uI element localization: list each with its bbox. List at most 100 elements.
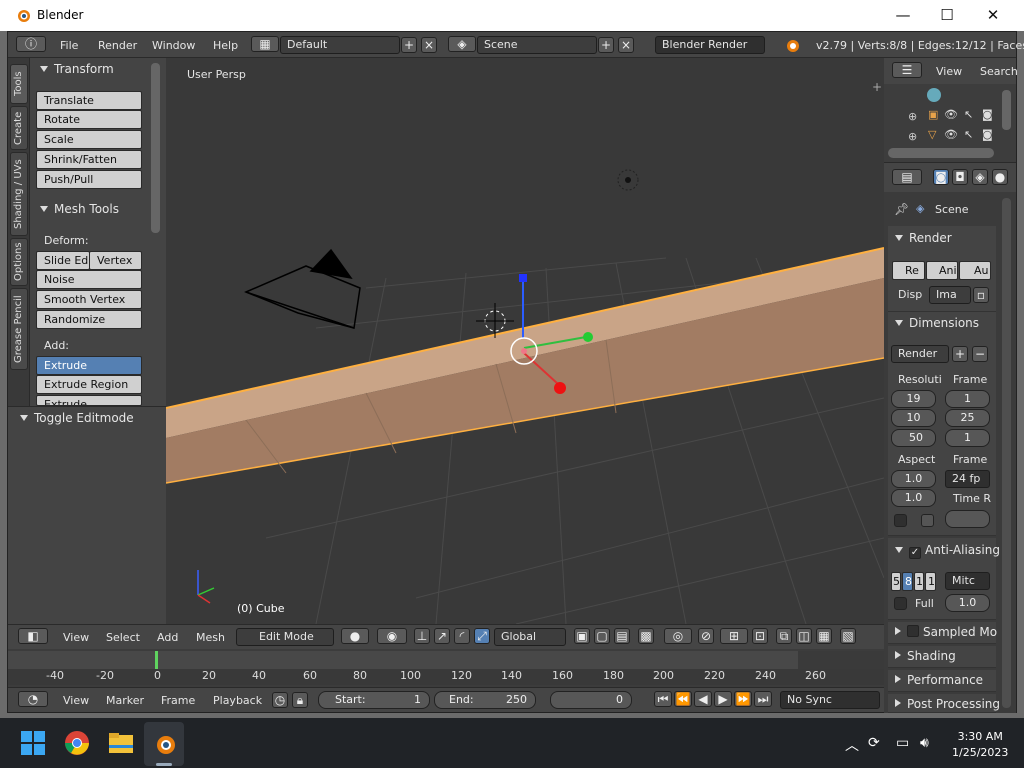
timeline-menu-playback[interactable]: Playback (213, 694, 262, 707)
select-arrow-icon[interactable]: ↖ (964, 128, 973, 141)
camera-outliner-icon[interactable]: ▣ (928, 108, 938, 121)
menu-window[interactable]: Window (152, 39, 195, 52)
current-frame-marker[interactable] (155, 651, 158, 669)
transform-panel-header[interactable]: Transform (40, 62, 114, 76)
layout-icon[interactable]: ▦ (251, 36, 279, 52)
properties-editor-type-icon[interactable]: ▤ (892, 169, 922, 185)
timeline-track[interactable] (8, 651, 884, 669)
scene-tab-icon[interactable]: ◈ (972, 169, 988, 185)
frame-start-field[interactable]: 1 (945, 390, 990, 408)
extrude-region-button[interactable]: Extrude Region (36, 375, 142, 394)
render-engine-selector[interactable]: Blender Render (655, 36, 765, 54)
full-sample-checkbox[interactable] (894, 597, 907, 610)
timeline-menu-frame[interactable]: Frame (161, 694, 195, 707)
tab-shading-uvs[interactable]: Shading / UVs (10, 152, 28, 236)
translate-manipulator-icon[interactable]: ↗ (434, 628, 450, 644)
frame-step-field[interactable]: 1 (945, 429, 990, 447)
end-frame-field[interactable]: End: 250 (434, 691, 536, 709)
play-icon[interactable]: ▶ (714, 691, 732, 707)
aspect-x-field[interactable]: 1.0 (891, 470, 936, 488)
aspect-y-field[interactable]: 1.0 (891, 489, 936, 507)
menu-help[interactable]: Help (213, 39, 238, 52)
add-scene-icon[interactable]: + (598, 37, 614, 53)
snap-icon[interactable]: ⊘ (698, 628, 714, 644)
aa-samples-5[interactable]: 5 (891, 572, 901, 591)
tool-shelf-scrollbar[interactable] (151, 63, 160, 233)
volume-icon[interactable]: 🔊︎ (920, 735, 929, 751)
mode-selector[interactable]: Edit Mode (236, 628, 334, 646)
filter-size-field[interactable]: 1.0 (945, 594, 990, 612)
border-checkbox[interactable] (894, 514, 907, 527)
timeline-menu-marker[interactable]: Marker (106, 694, 144, 707)
render-preset-selector[interactable]: Render (891, 345, 949, 363)
timeline-editor-type-icon[interactable]: ◔ (18, 691, 48, 707)
outliner-menu-view[interactable]: View (936, 65, 962, 78)
sampled-motion-checkbox[interactable] (907, 625, 919, 637)
scene-selector[interactable]: Scene (477, 36, 597, 54)
pin-icon[interactable]: 📌︎ (894, 202, 909, 216)
viewport-corner-plus-icon[interactable]: + (872, 80, 882, 94)
layer-icon[interactable]: ▣ (574, 628, 590, 644)
menu-render[interactable]: Render (98, 39, 137, 52)
visibility-eye-icon[interactable]: 👁︎ (944, 108, 958, 121)
tab-tools[interactable]: Tools (10, 64, 28, 104)
remove-layout-icon[interactable]: × (421, 37, 437, 53)
remove-preset-icon[interactable]: − (972, 346, 988, 362)
render-animation-icon[interactable]: ▦ (816, 628, 832, 644)
expand-plus-icon[interactable]: ⊕ (908, 110, 917, 123)
sync-mode-selector[interactable]: No Sync (780, 691, 880, 709)
limit-selection-icon[interactable]: ▩ (638, 628, 654, 644)
randomize-button[interactable]: Randomize (36, 310, 142, 329)
3d-menu-add[interactable]: Add (157, 631, 178, 644)
render-layers-tab-icon[interactable]: ◘ (952, 169, 968, 185)
camera-object[interactable] (244, 248, 361, 329)
world-icon[interactable] (927, 88, 941, 102)
render-still-button[interactable]: Re (892, 261, 925, 280)
aa-samples-11[interactable]: 1 (914, 572, 924, 591)
rotate-button[interactable]: Rotate (36, 110, 142, 129)
render-animation-button[interactable]: Ani (926, 261, 958, 280)
start-frame-field[interactable]: Start: 1 (318, 691, 430, 709)
scene-icon[interactable]: ◈ (448, 36, 476, 52)
3d-viewport[interactable]: + (166, 58, 884, 624)
outliner-search-label[interactable]: Search (980, 65, 1018, 78)
resolution-percent-field[interactable]: 50 (891, 429, 936, 447)
time-remap-field[interactable] (945, 510, 990, 528)
3d-editor-type-icon[interactable]: ◧ (18, 628, 48, 644)
play-reverse-icon[interactable]: ◀ (694, 691, 712, 707)
performance-panel-header[interactable]: Performance (895, 673, 983, 687)
gizmo-z-handle[interactable] (519, 274, 527, 282)
resolution-x-field[interactable]: 19 (891, 390, 936, 408)
outliner-h-scrollbar[interactable] (888, 148, 994, 158)
opengl-render-icon[interactable]: ⧉ (776, 628, 792, 644)
header-extra-icon[interactable]: ▧ (840, 628, 856, 644)
scale-manipulator-icon[interactable]: ⤢ (474, 628, 490, 644)
windows-start-icon[interactable] (18, 728, 48, 758)
render-still-icon[interactable]: ◫ (796, 628, 812, 644)
render-tab-icon[interactable]: ◙ (933, 169, 949, 185)
frame-rate-selector[interactable]: 24 fp (945, 470, 990, 488)
maximize-button[interactable]: ☐ (930, 4, 964, 26)
dimensions-panel-header[interactable]: Dimensions (895, 316, 979, 330)
resolution-y-field[interactable]: 10 (891, 409, 936, 427)
minimize-button[interactable]: — (886, 4, 920, 26)
tab-create[interactable]: Create (10, 106, 28, 150)
shrink-fatten-button[interactable]: Shrink/Fatten (36, 150, 142, 169)
noise-button[interactable]: Noise (36, 270, 142, 289)
remove-scene-icon[interactable]: × (618, 37, 634, 53)
pivot-point-icon[interactable]: ◉ (377, 628, 407, 644)
mesh-tools-panel-header[interactable]: Mesh Tools (40, 202, 119, 216)
transform-orientation-selector[interactable]: Global (494, 628, 566, 646)
render-camera-icon[interactable]: ◙ (982, 128, 993, 141)
tab-options[interactable]: Options (10, 238, 28, 286)
anti-aliasing-panel-header[interactable]: ✓ Anti-Aliasing (895, 543, 1000, 559)
manipulator-toggle-icon[interactable]: ⊥ (414, 628, 430, 644)
jump-end-icon[interactable]: ⏭ (754, 691, 772, 707)
3d-menu-select[interactable]: Select (106, 631, 140, 644)
tab-grease-pencil[interactable]: Grease Pencil (10, 288, 28, 370)
sampled-motion-header[interactable]: Sampled Mo (895, 625, 1015, 639)
toggle-editmode-header[interactable]: Toggle Editmode (20, 411, 134, 425)
menu-file[interactable]: File (60, 39, 78, 52)
jump-start-icon[interactable]: ⏮ (654, 691, 672, 707)
select-arrow-icon[interactable]: ↖ (964, 108, 973, 121)
